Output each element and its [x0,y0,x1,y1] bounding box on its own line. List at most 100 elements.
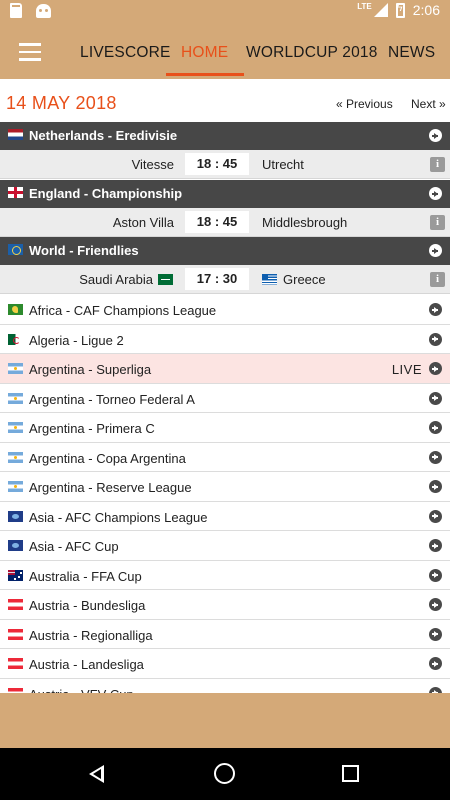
sd-card-icon [10,3,22,18]
arrow-right-icon[interactable] [429,421,442,434]
info-icon[interactable]: i [430,272,445,287]
league-title: Netherlands - Eredivisie [29,128,178,143]
arrow-right-icon[interactable] [429,509,442,523]
saudi-arabia-flag-icon [158,274,173,285]
android-icon [36,4,51,18]
status-bar: LTE 2:06 [0,0,450,24]
league-name: Austria - Landesliga [29,657,144,672]
league-name: Africa - CAF Champions League [29,303,217,318]
argentina-flag-icon [8,451,23,463]
africa-flag-icon [8,304,23,315]
match-row[interactable]: Vitesse 18 : 45 Utrecht i [0,150,450,179]
arrow-right-icon[interactable] [429,568,442,582]
arrow-right-icon[interactable] [429,362,442,375]
arrow-right-icon[interactable] [429,598,442,611]
league-name: Argentina - Copa Argentina [29,450,186,466]
league-name: Argentina - Torneo Federal A [29,391,195,407]
tab-livescore[interactable]: LIVESCORE [80,44,171,62]
arrow-right-icon[interactable] [429,657,442,670]
league-name: Austria - Regionalliga [29,627,153,643]
arrow-right-icon[interactable] [429,332,442,346]
league-header-netherlands-eredivisie[interactable]: Netherlands - Eredivisie [0,122,450,150]
home-team: Vitesse [131,157,174,172]
league-row-austria-landesliga[interactable]: Austria - Landesliga [0,649,450,679]
austria-flag-icon [8,599,23,610]
away-team: Middlesbrough [262,215,348,230]
arrow-right-icon[interactable] [429,480,442,493]
recents-icon[interactable] [342,765,359,782]
info-icon[interactable]: i [430,157,445,172]
away-team: Greece [283,272,326,287]
league-name: Argentina - Reserve League [29,480,192,495]
league-name: Australia - FFA Cup [29,568,142,584]
arrow-right-icon[interactable] [429,391,442,405]
league-name: Argentina - Superliga [29,362,152,377]
league-header-world-friendlies[interactable]: World - Friendlies [0,237,450,265]
date-navigation: 14 MAY 2018 « Previous Next » [0,79,450,121]
arrow-right-icon[interactable] [429,627,442,641]
league-row-argentina-copa-argentina[interactable]: Argentina - Copa Argentina [0,442,450,472]
league-title: England - Championship [29,186,183,201]
top-navigation-bar: LIVESCORE HOME WORLDCUP 2018 NEWS [0,24,450,79]
league-row-austria-regionalliga[interactable]: Austria - Regionalliga [0,619,450,649]
arrow-right-icon[interactable] [429,303,442,316]
league-name: Asia - AFC Cup [29,539,119,554]
previous-day-link[interactable]: « Previous [336,97,393,111]
tab-home[interactable]: HOME [181,44,228,62]
system-navigation-bar [0,748,450,800]
tab-worldcup-2018[interactable]: WORLDCUP 2018 [246,44,378,62]
home-icon[interactable] [214,763,235,784]
austria-flag-icon [8,658,23,669]
match-row[interactable]: Saudi Arabia 17 : 30 Greece i [0,265,450,294]
away-team: Utrecht [262,157,304,172]
hamburger-menu-icon[interactable] [19,43,41,61]
league-row-africa-caf-champions-league[interactable]: Africa - CAF Champions League [0,295,450,325]
australia-flag-icon [8,569,23,581]
greece-flag-icon [262,274,277,285]
austria-flag-icon [8,628,23,640]
clock: 2:06 [412,2,440,18]
active-tab-indicator [166,73,244,76]
argentina-flag-icon [8,422,23,433]
arrow-right-icon[interactable] [429,129,442,142]
tab-news[interactable]: NEWS [388,44,435,62]
match-time: 18 : 45 [185,153,249,175]
league-row-argentina-primera-c[interactable]: Argentina - Primera C [0,413,450,443]
back-icon[interactable] [89,765,104,783]
league-row-asia-afc-champions-league[interactable]: Asia - AFC Champions League [0,501,450,531]
world-flag-icon [8,244,23,255]
league-name: Asia - AFC Champions League [29,509,208,525]
battery-charging-icon [395,2,405,18]
asia-flag-icon [8,510,23,522]
league-name: Algeria - Ligue 2 [29,332,124,348]
league-header-england-championship[interactable]: England - Championship [0,180,450,208]
league-row-asia-afc-cup[interactable]: Asia - AFC Cup [0,531,450,561]
arrow-right-icon[interactable] [429,450,442,464]
current-date: 14 MAY 2018 [6,93,117,113]
league-row-algeria-ligue-2[interactable]: Algeria - Ligue 2 [0,324,450,354]
league-list: Africa - CAF Champions League Algeria - … [0,295,450,708]
algeria-flag-icon [8,333,23,345]
ad-banner-area [0,693,450,748]
league-name: Argentina - Primera C [29,421,155,436]
arrow-right-icon[interactable] [429,539,442,552]
england-flag-icon [8,187,23,198]
home-team: Aston Villa [112,215,174,230]
league-title: World - Friendlies [29,243,139,258]
next-day-link[interactable]: Next » [411,97,446,111]
app-screen: LTE 2:06 LIVESCORE HOME WORLDCUP 2018 NE… [0,0,450,800]
info-icon[interactable]: i [430,215,445,230]
league-row-argentina-torneo-federal-a[interactable]: Argentina - Torneo Federal A [0,383,450,413]
match-time: 18 : 45 [185,211,249,233]
netherlands-flag-icon [8,129,23,140]
league-row-argentina-superliga[interactable]: Argentina - Superliga LIVE [0,354,450,384]
league-row-australia-ffa-cup[interactable]: Australia - FFA Cup [0,560,450,590]
league-row-argentina-reserve-league[interactable]: Argentina - Reserve League [0,472,450,502]
match-time: 17 : 30 [185,268,249,290]
arrow-right-icon[interactable] [429,187,442,200]
match-row[interactable]: Aston Villa 18 : 45 Middlesbrough i [0,208,450,237]
signal-icon [373,3,388,17]
arrow-right-icon[interactable] [429,244,442,257]
league-row-austria-bundesliga[interactable]: Austria - Bundesliga [0,590,450,620]
live-badge: LIVE [391,362,422,377]
